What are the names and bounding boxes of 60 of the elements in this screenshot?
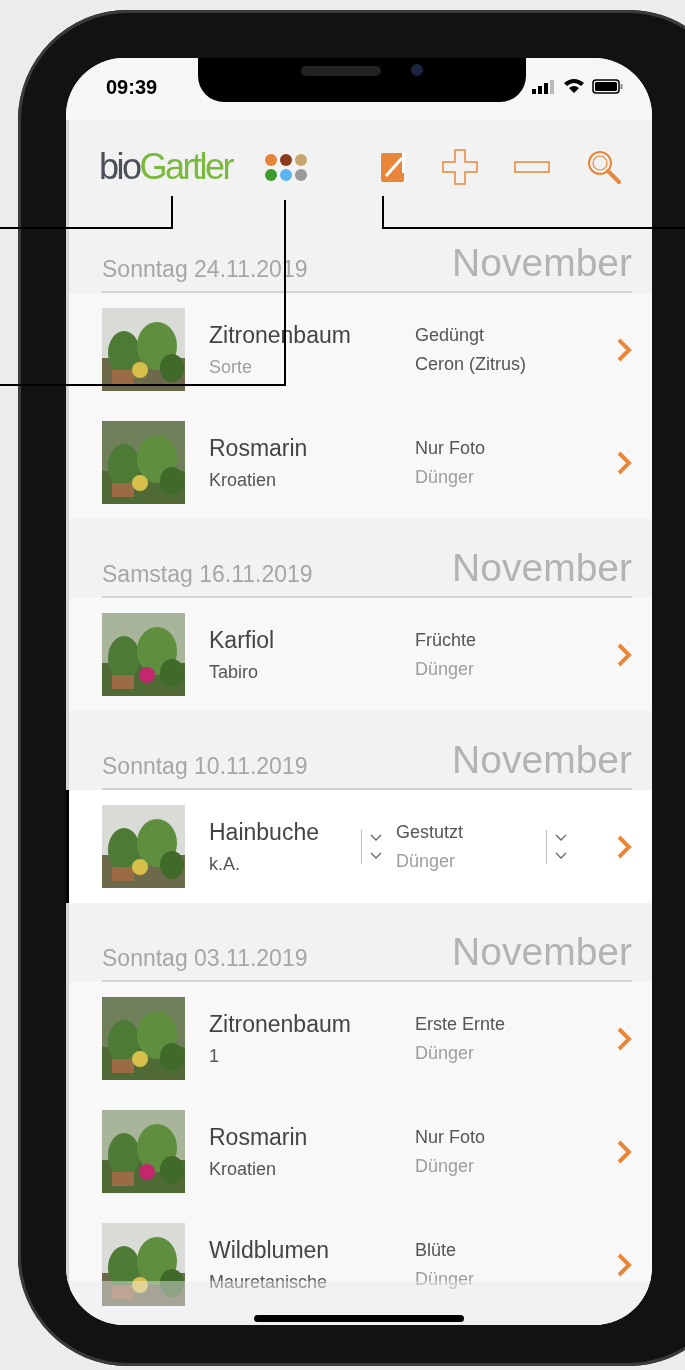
activity-label: Gestutzt bbox=[396, 821, 465, 843]
entry-row[interactable]: Rosmarin Kroatien Nur Foto Dünger bbox=[69, 1095, 652, 1208]
activity-label: Blüte bbox=[415, 1239, 458, 1261]
chevron-right-icon[interactable] bbox=[616, 1138, 632, 1165]
wifi-icon bbox=[563, 78, 585, 94]
plant-name: Rosmarin bbox=[209, 1123, 309, 1151]
caret-icon[interactable] bbox=[370, 833, 382, 842]
date-heading: Sonntag 03.11.2019 bbox=[102, 945, 308, 972]
variety-label: Mauretanische bbox=[209, 1271, 329, 1293]
chevron-right-icon[interactable] bbox=[616, 1251, 632, 1278]
plant-name: Wildblumen bbox=[209, 1236, 331, 1264]
date-heading: Sonntag 10.11.2019 bbox=[102, 753, 308, 780]
caret-icon[interactable] bbox=[370, 851, 382, 860]
entry-row[interactable]: Karfiol Tabiro Früchte Dünger bbox=[69, 598, 652, 711]
chevron-right-icon[interactable] bbox=[616, 833, 632, 860]
chevron-right-icon[interactable] bbox=[616, 1025, 632, 1052]
activity-label: Nur Foto bbox=[415, 437, 487, 459]
fertilizer-label: Ceron (Zitrus) bbox=[415, 353, 527, 375]
entry-row[interactable]: Hainbuche k.A. Gestutzt Dünger bbox=[66, 790, 652, 903]
month-heading: November bbox=[452, 738, 632, 782]
plant-name: Zitronenbaum bbox=[209, 1010, 352, 1038]
entry-row[interactable]: Rosmarin Kroatien Nur Foto Dünger bbox=[69, 406, 652, 519]
variety-label: Sorte bbox=[209, 356, 254, 378]
status-time: 09:39 bbox=[106, 75, 158, 99]
month-heading: November bbox=[452, 241, 632, 285]
date-heading: Samstag 16.11.2019 bbox=[102, 561, 313, 588]
entry-row[interactable]: Zitronenbaum 1 Erste Ernte Dünger bbox=[69, 982, 652, 1095]
fertilizer-label: Dünger bbox=[396, 850, 457, 872]
battery-icon bbox=[592, 78, 624, 94]
fertilizer-label: Dünger bbox=[415, 1268, 476, 1290]
variety-label: 1 bbox=[209, 1045, 220, 1067]
chevron-right-icon[interactable] bbox=[616, 336, 632, 363]
chevron-right-icon[interactable] bbox=[616, 641, 632, 668]
activity-label: Nur Foto bbox=[415, 1126, 487, 1148]
caret-icon[interactable] bbox=[555, 851, 567, 860]
fertilizer-label: Dünger bbox=[415, 466, 476, 488]
app-logo: bioGartler bbox=[99, 145, 234, 189]
fertilizer-label: Dünger bbox=[415, 658, 476, 680]
activity-label: Früchte bbox=[415, 629, 478, 651]
fertilizer-label: Dünger bbox=[415, 1155, 476, 1177]
variety-label: Tabiro bbox=[209, 661, 260, 683]
variety-label: Kroatien bbox=[209, 469, 278, 491]
color-palette-button[interactable] bbox=[265, 153, 308, 181]
caret-icon[interactable] bbox=[555, 833, 567, 842]
fertilizer-label: Dünger bbox=[415, 1042, 476, 1064]
month-heading: November bbox=[452, 546, 632, 590]
plant-name: Hainbuche bbox=[209, 818, 320, 846]
chevron-right-icon[interactable] bbox=[616, 449, 632, 476]
month-heading: November bbox=[452, 930, 632, 974]
activity-label: Gedüngt bbox=[415, 324, 486, 346]
plant-name: Rosmarin bbox=[209, 434, 309, 462]
search-icon[interactable] bbox=[586, 149, 622, 185]
variety-label: Kroatien bbox=[209, 1158, 278, 1180]
signal-icon bbox=[532, 78, 556, 94]
activity-label: Erste Ernte bbox=[415, 1013, 507, 1035]
minus-icon[interactable] bbox=[514, 161, 550, 173]
plant-name: Karfiol bbox=[209, 626, 276, 654]
plus-icon[interactable] bbox=[442, 149, 478, 185]
edit-icon[interactable] bbox=[380, 150, 406, 184]
variety-label: k.A. bbox=[209, 853, 241, 875]
